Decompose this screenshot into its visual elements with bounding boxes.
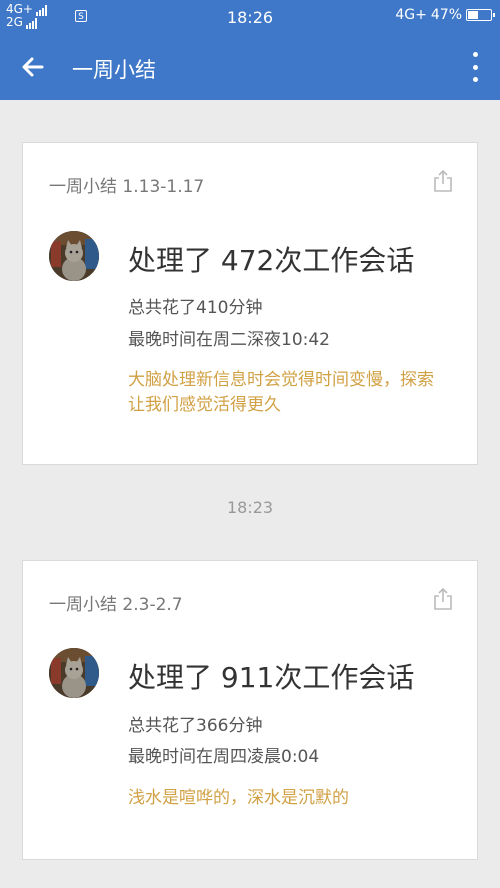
sessions-headline: 处理了 911次工作会话 [128,661,415,694]
summary-card[interactable]: 一周小结 1.13-1.17 处理了 472次工作会话 总共花了410分钟 最晚… [22,142,478,465]
total-time: 总共花了366分钟 [128,716,263,736]
latest-time: 最晚时间在周二深夜10:42 [128,330,330,350]
summary-card[interactable]: 一周小结 2.3-2.7 处理了 911次工作会话 总共花了366分钟 最晚时间… [22,560,478,860]
quote-text: 浅水是喧哗的，深水是沉默的 [128,788,349,808]
sessions-headline: 处理了 472次工作会话 [128,244,415,277]
back-arrow-icon[interactable] [18,52,48,82]
page-title: 一周小结 [72,58,156,82]
message-timestamp: 18:23 [226,498,274,517]
battery-icon [466,9,495,21]
latest-time: 最晚时间在周四凌晨0:04 [128,747,320,767]
card-title: 一周小结 1.13-1.17 [49,177,205,197]
network-type-right: 4G+ [395,7,427,23]
total-time: 总共花了410分钟 [128,298,263,318]
card-title: 一周小结 2.3-2.7 [49,595,183,615]
status-right: 4G+ 47% [395,7,495,23]
avatar [49,648,99,698]
more-options-icon[interactable] [470,52,480,82]
quote-text: 大脑处理新信息时会觉得时间变慢，探索让我们感觉活得更久 [128,370,434,415]
status-bar: 4G+ 2G S 18:26 4G+ 47% [0,0,500,34]
battery-percent: 47% [430,7,462,23]
share-icon[interactable] [433,587,453,611]
app-bar: 一周小结 [0,34,500,100]
share-icon[interactable] [433,169,453,193]
avatar [49,231,99,281]
